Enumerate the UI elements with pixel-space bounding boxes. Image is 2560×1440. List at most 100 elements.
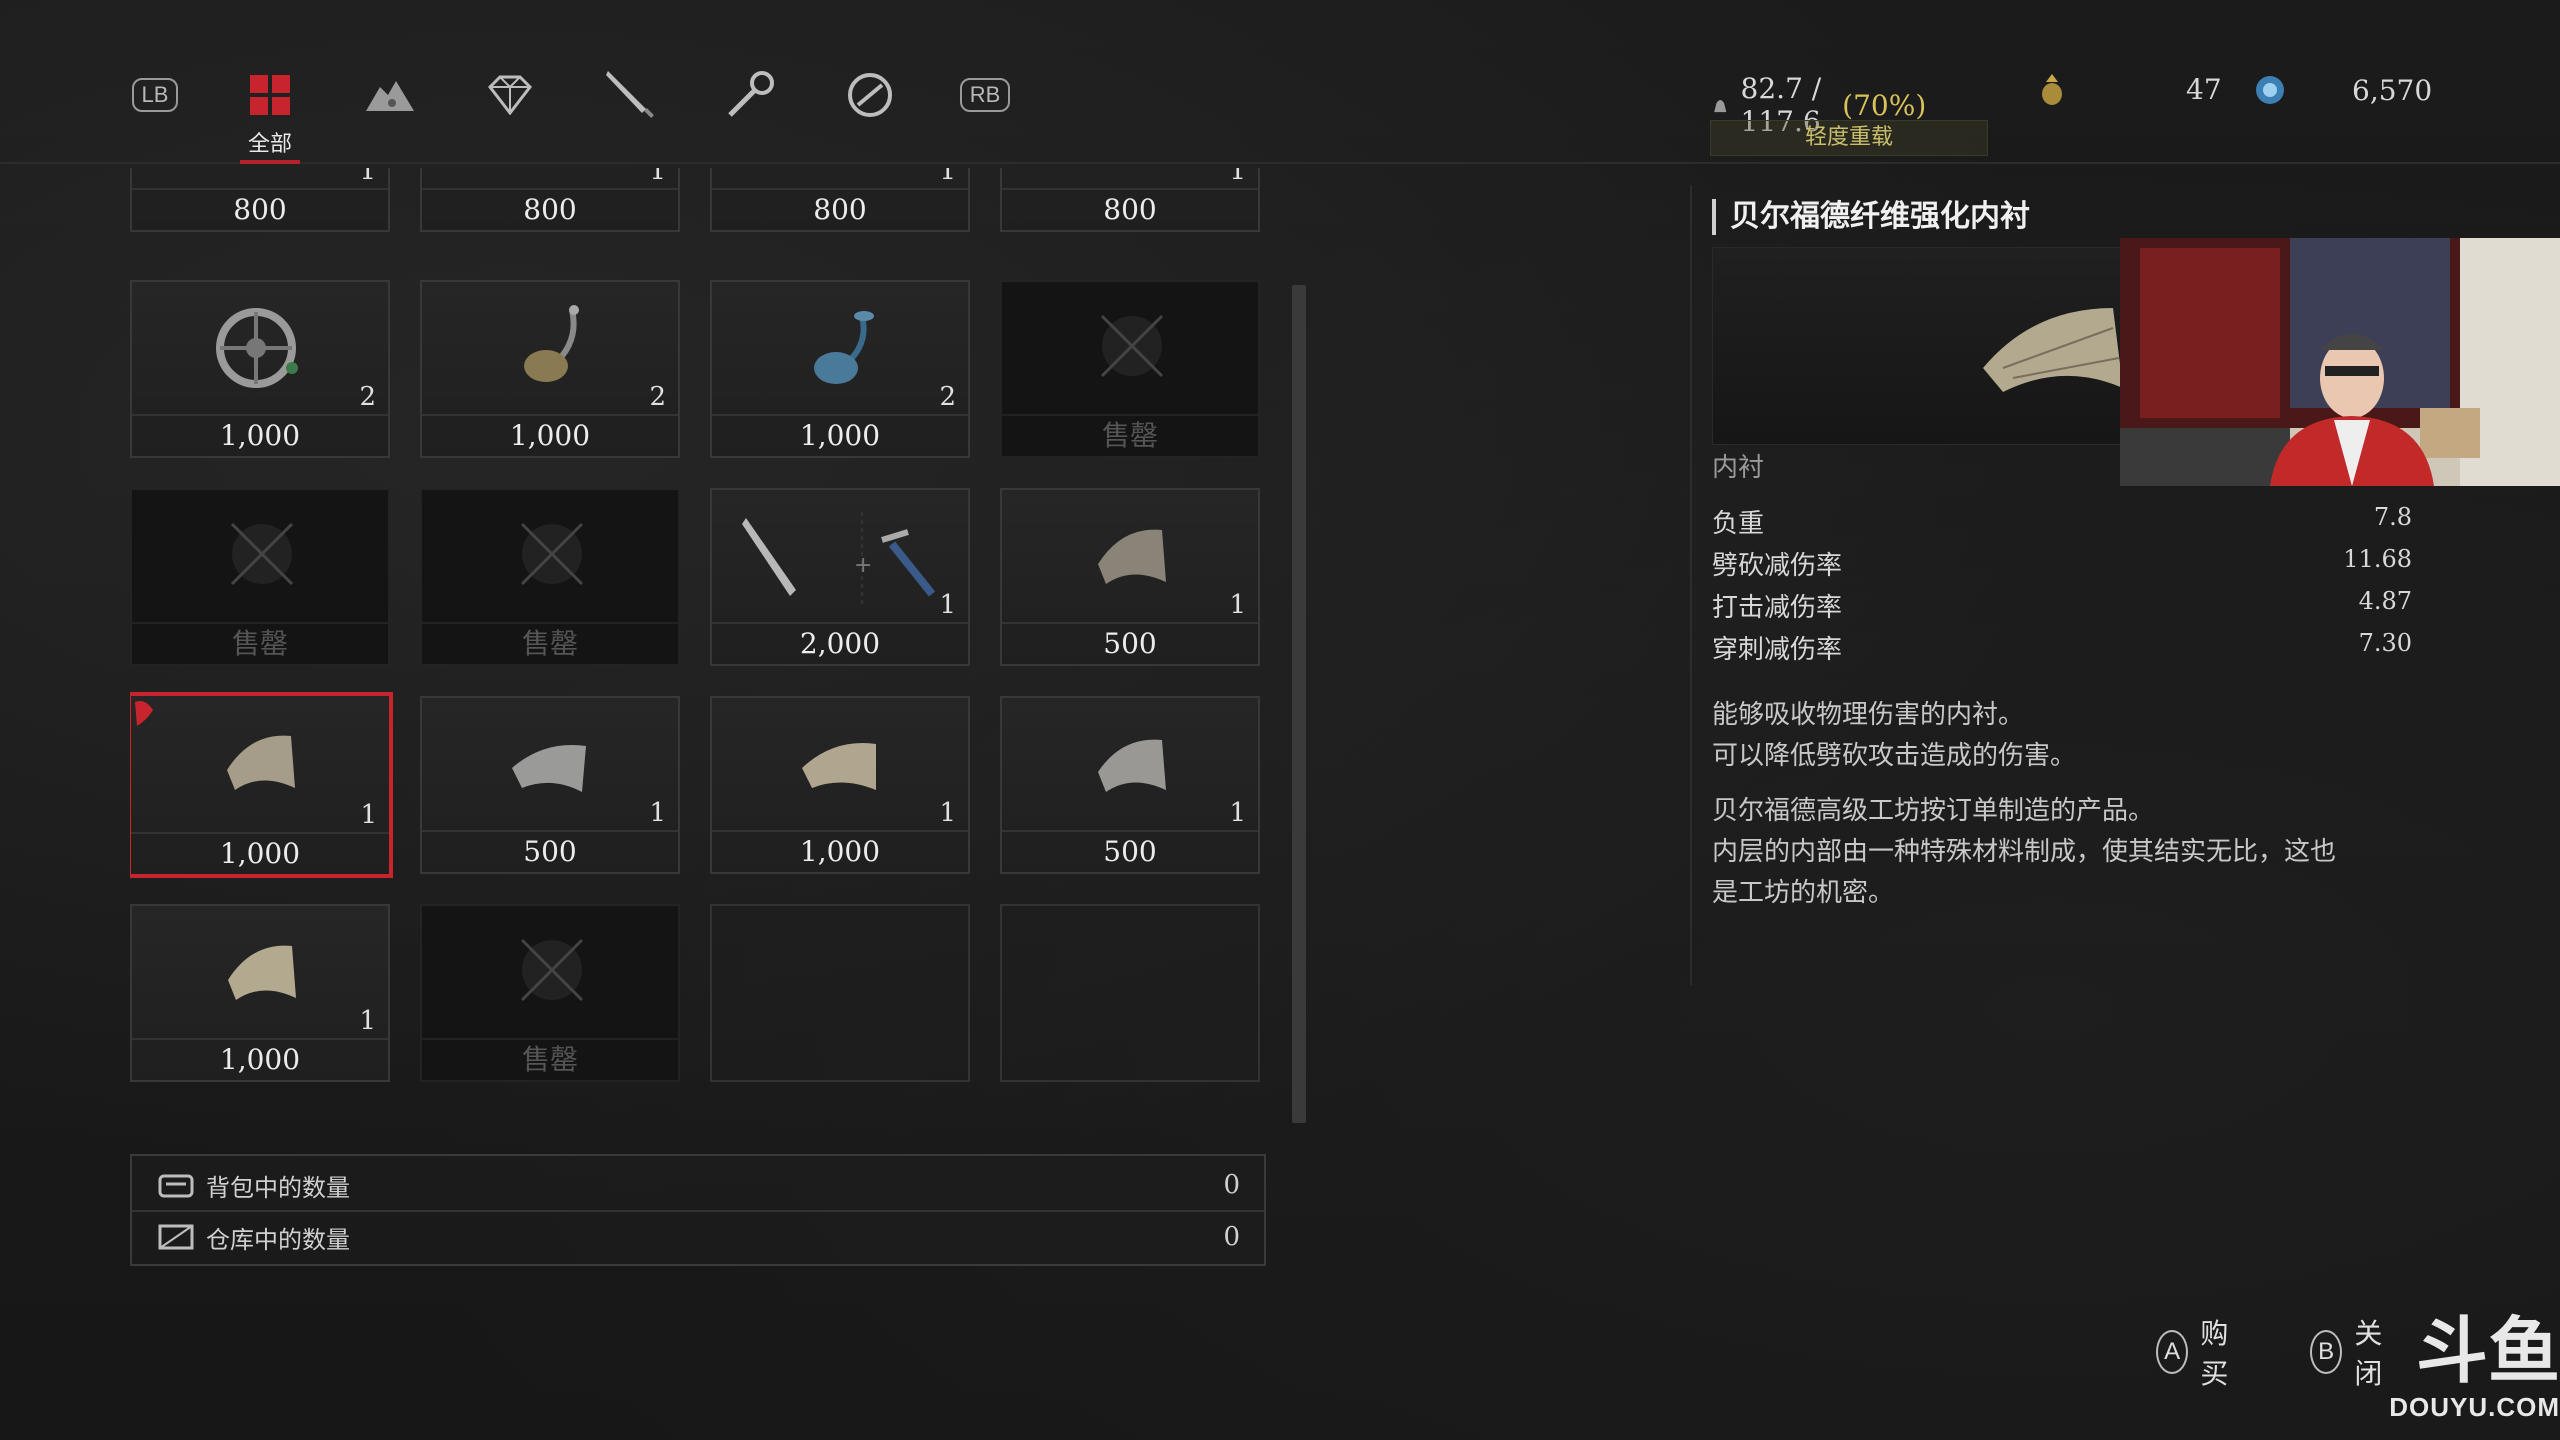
item-price: 2,000 bbox=[712, 622, 968, 664]
attribute-value: 7.8 bbox=[2373, 503, 2412, 531]
backpack-count-row: 背包中的数量 0 bbox=[132, 1160, 1264, 1212]
tab-materials[interactable] bbox=[350, 70, 430, 160]
storage-count-label: 仓库中的数量 bbox=[206, 1225, 350, 1254]
item-price: 1,000 bbox=[712, 414, 968, 456]
item-quantity: 1 bbox=[359, 168, 376, 186]
liner-icon bbox=[1098, 739, 1166, 792]
description-line: 内层的内部由一种特殊材料制成，使其结实无比，这也 bbox=[1712, 837, 2337, 867]
sold-out-cross-icon bbox=[230, 522, 294, 586]
all-grid-icon bbox=[240, 70, 300, 120]
item-quantity: 1 bbox=[1229, 798, 1246, 828]
pouch-icon bbox=[2042, 74, 2062, 105]
item-quantity: 1 bbox=[939, 798, 956, 828]
item-slot[interactable]: 2 1,000 bbox=[710, 280, 970, 458]
grid-scrollbar[interactable] bbox=[1292, 285, 1306, 1123]
attribute-row: 穿刺减伤率 7.30 bbox=[1712, 629, 2412, 666]
liner-icon bbox=[802, 743, 876, 790]
item-quantity: 1 bbox=[1229, 168, 1246, 186]
backpack-icon bbox=[158, 1174, 194, 1198]
item-slot[interactable]: 1 800 bbox=[1000, 168, 1260, 232]
item-slot[interactable]: 1 500 bbox=[1000, 488, 1260, 666]
item-price: 售罄 bbox=[422, 1038, 678, 1080]
attribute-name: 负重 bbox=[1712, 509, 1765, 539]
item-quantity: 1 bbox=[1229, 590, 1246, 620]
item-price: 500 bbox=[422, 830, 678, 872]
item-slot-sold-out[interactable]: 售罄 bbox=[420, 488, 680, 666]
sold-out-cross-icon bbox=[520, 938, 584, 1002]
wheel-part-icon bbox=[216, 308, 298, 388]
gem-icon bbox=[480, 70, 540, 120]
weight-icon bbox=[1714, 100, 1727, 113]
item-slot[interactable]: 1 800 bbox=[420, 168, 680, 232]
item-slot[interactable]: 1 500 bbox=[1000, 696, 1260, 874]
description-line: 能够吸收物理伤害的内衬。 bbox=[1712, 700, 2025, 730]
sold-out-cross-icon bbox=[1100, 314, 1164, 378]
item-price: 1,000 bbox=[422, 414, 678, 456]
attribute-row: 劈砍减伤率 11.68 bbox=[1712, 545, 2412, 582]
item-quantity: 2 bbox=[939, 382, 956, 412]
item-quantity: 2 bbox=[649, 382, 666, 412]
attribute-name: 打击减伤率 bbox=[1712, 593, 1843, 623]
item-quantity: 1 bbox=[939, 590, 956, 620]
webcam-overlay bbox=[2120, 238, 2560, 486]
item-slot[interactable]: 1 1,000 bbox=[710, 696, 970, 874]
item-slot[interactable]: 1 800 bbox=[130, 168, 390, 232]
material-pile-icon bbox=[360, 70, 420, 120]
item-category: 内衬 bbox=[1712, 453, 1765, 483]
item-slot[interactable]: 2 1,000 bbox=[130, 280, 390, 458]
liner-icon bbox=[1098, 529, 1166, 584]
item-price: 500 bbox=[1002, 622, 1258, 664]
tab-next-bumper[interactable]: RB bbox=[945, 70, 1025, 160]
attribute-value: 7.30 bbox=[2358, 629, 2412, 657]
tab-weapons[interactable] bbox=[590, 70, 670, 160]
item-quantity: 1 bbox=[649, 798, 666, 828]
item-slot[interactable]: 2 1,000 bbox=[420, 280, 680, 458]
liner-icon bbox=[227, 735, 295, 790]
item-price: 1,000 bbox=[131, 832, 389, 874]
tab-tools[interactable] bbox=[710, 70, 790, 160]
item-slot[interactable]: 1 1,000 bbox=[130, 904, 390, 1082]
item-price: 售罄 bbox=[422, 622, 678, 664]
backpack-count-label: 背包中的数量 bbox=[206, 1173, 350, 1202]
blade-and-handle-set-icon: + bbox=[742, 512, 936, 604]
item-grid: 1 800 1 800 1 800 1 800 2 1,000 2 1,000 … bbox=[130, 168, 1270, 1088]
item-slot-sold-out[interactable]: 售罄 bbox=[420, 904, 680, 1082]
attribute-value: 11.68 bbox=[2343, 545, 2412, 573]
tab-amulets[interactable] bbox=[830, 70, 910, 160]
attribute-value: 4.87 bbox=[2358, 587, 2412, 615]
item-slot[interactable]: + 1 2,000 bbox=[710, 488, 970, 666]
liner-icon bbox=[228, 945, 296, 1000]
weapon-blade-icon bbox=[600, 70, 660, 120]
item-slot-selected[interactable]: 1 1,000 bbox=[130, 692, 393, 878]
liner-preview-icon bbox=[1983, 308, 2123, 392]
currency1-value: 47 bbox=[2186, 72, 2222, 106]
tab-gems[interactable] bbox=[470, 70, 550, 160]
a-button-icon: A bbox=[2156, 1330, 2189, 1374]
item-price: 800 bbox=[422, 188, 678, 230]
ergo-icon bbox=[2256, 76, 2284, 104]
item-price: 售罄 bbox=[132, 622, 388, 664]
tab-all[interactable]: 全部 bbox=[230, 70, 310, 164]
description-line: 可以降低劈砍攻击造成的伤害。 bbox=[1712, 741, 2077, 771]
item-slot-sold-out[interactable]: 售罄 bbox=[1000, 280, 1260, 458]
item-slot[interactable]: 1 800 bbox=[710, 168, 970, 232]
storage-box-icon bbox=[158, 1224, 194, 1250]
shop-screen: { "tabs": { "lb": "LB", "rb": "RB", "act… bbox=[0, 0, 2560, 1440]
watermark-text: DOUYU.COM bbox=[2389, 1392, 2560, 1422]
watermark-logo: 斗鱼 bbox=[2415, 1309, 2560, 1393]
item-slot[interactable]: 1 500 bbox=[420, 696, 680, 874]
item-quantity: 1 bbox=[359, 1006, 376, 1036]
item-price: 1,000 bbox=[712, 830, 968, 872]
rb-button-icon: RB bbox=[959, 78, 1011, 112]
tool-icon bbox=[720, 70, 780, 120]
item-preview bbox=[1712, 247, 2144, 445]
item-quantity: 1 bbox=[360, 800, 377, 830]
item-price: 500 bbox=[1002, 830, 1258, 872]
tab-prev-bumper[interactable]: LB bbox=[115, 70, 195, 160]
item-slot-sold-out[interactable]: 售罄 bbox=[130, 488, 390, 666]
handle-part-blue-icon bbox=[814, 311, 874, 384]
buy-button[interactable]: A 购买 bbox=[2156, 1312, 2240, 1392]
lb-button-icon: LB bbox=[131, 78, 179, 112]
item-price: 售罄 bbox=[1002, 414, 1258, 456]
new-item-marker-icon bbox=[135, 701, 153, 726]
